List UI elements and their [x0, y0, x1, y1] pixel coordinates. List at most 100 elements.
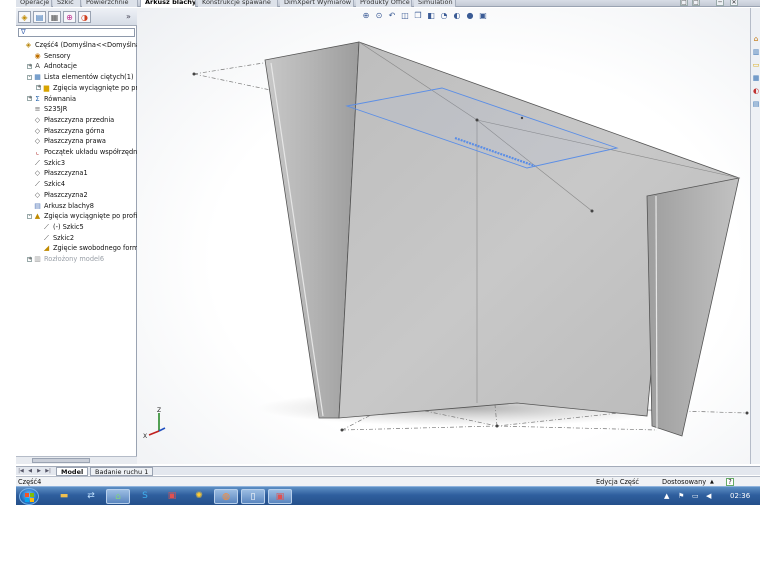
explorer-icon[interactable]: ▬: [52, 489, 76, 504]
edit-appearance-icon[interactable]: ◐: [452, 11, 462, 21]
tree-item[interactable]: ◇ Płaszczyzna1: [27, 168, 88, 178]
scrollbar-thumb[interactable]: [32, 458, 90, 463]
tree-item[interactable]: ⟋ (-) Szkic5: [36, 222, 84, 232]
windows-taskbar: ▬ ⇄ ⌂ S ▣ ✺ ◍ ▯ ▣ ▲ ⚑ ▭ ◀ 02:36: [16, 486, 760, 505]
tree-item[interactable]: + A Adnotacje: [27, 61, 77, 71]
expand-toggle-icon[interactable]: +: [36, 85, 41, 91]
tray-expand-icon[interactable]: ▲: [664, 487, 669, 505]
expand-toggle-icon[interactable]: -: [27, 213, 32, 219]
tree-item-label: Płaszczyzna1: [44, 169, 88, 178]
solidworks-icon[interactable]: ▣: [268, 489, 292, 504]
next-tab-icon[interactable]: ▶: [35, 468, 43, 475]
tree-item-label: Początek układu współrzędnyc: [44, 148, 145, 156]
action-center-flag-icon[interactable]: ⚑: [678, 487, 684, 505]
resources-icon[interactable]: ⌂: [751, 34, 760, 44]
display-manager-tab-icon[interactable]: ◑: [78, 11, 91, 23]
network-icon[interactable]: ⇄: [79, 489, 103, 504]
command-tab[interactable]: DimXpert Wymiarów: [280, 0, 354, 7]
filter-icon: ∇: [21, 28, 26, 36]
tree-item[interactable]: - ▲ Zgięcia wyciągnięte po profilac: [27, 211, 147, 221]
property-manager-tab-icon[interactable]: ▤: [33, 11, 46, 23]
configuration-manager-tab-icon[interactable]: ▦: [48, 11, 61, 23]
tree-item[interactable]: ⟋ Szkic4: [27, 179, 65, 189]
minimize-window-icon[interactable]: ─: [716, 0, 724, 6]
restore-window-icon[interactable]: □: [692, 0, 700, 6]
tree-item[interactable]: - ▦ Lista elementów ciętych(1): [27, 72, 134, 82]
expand-panel-icon[interactable]: »: [122, 11, 135, 23]
solidworks-icon[interactable]: ▣: [160, 489, 184, 504]
tree-item-label: Zgięcia wyciągnięte po profilac: [44, 212, 147, 221]
phone-icon[interactable]: ▯: [241, 489, 265, 504]
first-tab-icon[interactable]: |◀: [17, 468, 25, 475]
scene-icon[interactable]: ●: [465, 11, 475, 21]
prev-tab-icon[interactable]: ◀: [26, 468, 34, 475]
dimxpert-tab-icon[interactable]: ⊕: [63, 11, 76, 23]
tree-item[interactable]: + ▆ Zgięcia wyciągnięte po pro: [36, 83, 142, 93]
tree-horizontal-scrollbar[interactable]: [16, 456, 137, 464]
status-help-icon[interactable]: ?: [726, 478, 734, 486]
tree-item[interactable]: ≡ S235JR: [27, 104, 68, 114]
expand-toggle-icon[interactable]: +: [27, 63, 32, 69]
view-palette-icon[interactable]: ▦: [751, 73, 760, 83]
model-tab[interactable]: Model: [56, 467, 89, 476]
design-library-icon[interactable]: ▥: [751, 47, 760, 57]
hide-show-icon[interactable]: ◔: [439, 11, 449, 21]
command-tab[interactable]: Szkic: [53, 0, 81, 7]
feature-filter-input[interactable]: ∇: [18, 28, 135, 37]
tree-item[interactable]: ⌞ Początek układu współrzędnyc: [27, 147, 145, 157]
tree-item-label: (-) Szkic5: [53, 222, 84, 231]
view-settings-icon[interactable]: ▣: [478, 11, 488, 21]
appearances-icon[interactable]: ◐: [751, 86, 760, 96]
expand-toggle-icon[interactable]: +: [27, 256, 32, 262]
tree-item[interactable]: ◇ Płaszczyzna górna: [27, 126, 105, 136]
tree-item[interactable]: + ▥ Rozłożony model6: [27, 254, 104, 264]
start-button[interactable]: [19, 488, 39, 505]
tree-item[interactable]: ◈ Część4 (Domyślna<<Domyślna>_: [18, 40, 149, 50]
custom-properties-icon[interactable]: ▤: [751, 99, 760, 109]
last-tab-icon[interactable]: ▶|: [44, 468, 52, 475]
home-icon[interactable]: ⌂: [106, 489, 130, 504]
display-style-icon[interactable]: ◧: [426, 11, 436, 21]
tree-item[interactable]: ◇ Płaszczyzna2: [27, 190, 88, 200]
firefox-icon[interactable]: ◍: [214, 489, 238, 504]
feature-tree-tab-icon[interactable]: ◈: [18, 11, 31, 23]
tree-item-label: Płaszczyzna przednia: [44, 115, 115, 124]
zoom-area-icon[interactable]: ⊙: [374, 11, 384, 21]
skype-icon[interactable]: S: [133, 489, 157, 504]
command-tab[interactable]: Arkusz blachy: [140, 0, 196, 7]
network-tray-icon[interactable]: ▭: [692, 487, 699, 505]
tree-item[interactable]: ◇ Płaszczyzna prawa: [27, 136, 106, 146]
command-tab[interactable]: Simulation: [414, 0, 456, 7]
taskbar-clock[interactable]: 02:36: [730, 487, 750, 505]
volume-icon[interactable]: ◀: [706, 487, 711, 505]
tree-item[interactable]: ⟋ Szkic3: [27, 158, 65, 168]
command-tab[interactable]: Powierzchnie: [82, 0, 138, 7]
expand-toggle-icon[interactable]: -: [27, 74, 32, 80]
view-orientation-icon[interactable]: ❒: [413, 11, 423, 21]
tree-item[interactable]: ▤ Arkusz blachy8: [27, 201, 94, 211]
tree-item[interactable]: ◉ Sensory: [27, 51, 70, 61]
tree-item[interactable]: ◢ Zgięcie swobodnego formo: [36, 243, 143, 253]
expand-toggle-icon[interactable]: +: [27, 96, 32, 101]
close-window-icon[interactable]: ✕: [730, 0, 738, 6]
zoom-fit-icon[interactable]: ⊕: [361, 11, 371, 21]
tree-item[interactable]: + Σ Równania: [27, 94, 76, 104]
tree-item-label: Szkic3: [44, 158, 66, 167]
free-bend-icon: ◢: [43, 244, 50, 253]
command-tab[interactable]: Konstrukcje spawane: [198, 0, 278, 7]
file-explorer-icon[interactable]: ▭: [751, 60, 760, 70]
tree-item[interactable]: ⟋ Szkic2: [36, 233, 74, 243]
sun-icon[interactable]: ✺: [187, 489, 211, 504]
previous-view-icon[interactable]: ↶: [387, 11, 397, 21]
sheet-metal-model[interactable]: Z X: [137, 8, 750, 464]
command-tab[interactable]: Operacje: [16, 0, 52, 7]
model-tab[interactable]: Badanie ruchu 1: [90, 467, 154, 476]
plane-icon: ◇: [34, 190, 41, 199]
model-tabs: |◀ ◀ ▶ ▶| Model Badanie ruchu 1: [16, 466, 760, 476]
tree-item[interactable]: ◇ Płaszczyzna przednia: [27, 115, 114, 125]
tree-item-label: Płaszczyzna prawa: [44, 137, 106, 146]
command-tab[interactable]: Produkty Office: [356, 0, 412, 7]
section-view-icon[interactable]: ◫: [400, 11, 410, 21]
graphics-area[interactable]: ⊕ ⊙ ↶ ◫ ❒ ◧ ◔ ◐ ● ▣ Z X: [137, 8, 750, 464]
restore-window-icon[interactable]: □: [680, 0, 688, 6]
